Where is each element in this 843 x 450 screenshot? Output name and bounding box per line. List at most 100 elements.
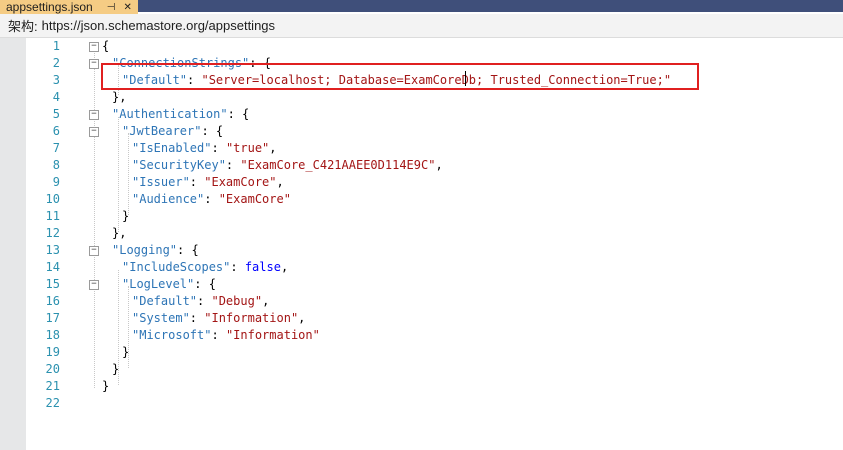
code-line[interactable]: 6 − "JwtBearer": {: [26, 123, 843, 140]
code-token: :: [225, 158, 241, 172]
code-token: ,: [280, 260, 289, 274]
code-token: "Information": [204, 311, 299, 325]
code-editor[interactable]: 1−{2− "ConnectionStrings": {3 "Default": "…: [26, 38, 843, 450]
line-number: 13: [45, 243, 60, 257]
code-line[interactable]: 21}: [26, 378, 843, 395]
code-line[interactable]: 19}: [26, 344, 843, 361]
code-token: : {: [227, 107, 250, 121]
fold-toggle-icon[interactable]: −: [89, 110, 99, 120]
code-token: "IncludeScopes": [122, 260, 231, 274]
code-text: "Authentication": {: [112, 106, 249, 123]
code-line[interactable]: 22: [26, 395, 843, 412]
tab-title: appsettings.json: [6, 0, 93, 14]
code-line[interactable]: 12},: [26, 225, 843, 242]
code-token: :: [189, 311, 205, 325]
line-number: 8: [52, 158, 60, 172]
code-line[interactable]: 9 "Issuer": "ExamCore",: [26, 174, 843, 191]
line-number: 7: [52, 141, 60, 155]
line-number: 9: [52, 175, 60, 189]
code-text: "JwtBearer": {: [122, 123, 223, 140]
schema-url[interactable]: https://json.schemastore.org/appsettings: [42, 18, 275, 33]
code-line[interactable]: 14 "IncludeScopes": false,: [26, 259, 843, 276]
line-number: 4: [52, 90, 60, 104]
schema-label: 架构:: [8, 19, 38, 34]
code-line[interactable]: 13 − "Logging": {: [26, 242, 843, 259]
code-token: "IsEnabled": [132, 141, 212, 155]
code-text: "Logging": {: [112, 242, 199, 259]
code-token: },: [112, 226, 127, 240]
line-number: 5: [52, 107, 60, 121]
code-token: : {: [194, 277, 216, 291]
code-token: "System": [132, 311, 190, 325]
line-number: 15: [45, 277, 60, 291]
fold-toggle-icon[interactable]: −: [89, 59, 99, 69]
code-token: "Information": [225, 328, 320, 342]
line-number: 22: [45, 396, 60, 410]
code-text: "Default": "Debug",: [132, 293, 269, 310]
editor-margin: [0, 38, 27, 450]
fold-toggle-icon[interactable]: −: [89, 246, 99, 256]
code-token: "Debug": [211, 294, 263, 308]
pin-icon[interactable]: ⊣: [107, 2, 116, 13]
code-token: ,: [298, 311, 306, 325]
code-text: "Microsoft": "Information": [132, 327, 320, 344]
code-line[interactable]: 10 "Audience": "ExamCore": [26, 191, 843, 208]
code-token: "ExamCore": [204, 175, 277, 189]
line-number: 10: [45, 192, 60, 206]
code-token: ,: [262, 294, 270, 308]
close-icon[interactable]: ✕: [123, 2, 131, 13]
code-line[interactable]: 17 "System": "Information",: [26, 310, 843, 327]
line-number: 11: [45, 209, 60, 223]
code-line[interactable]: 11}: [26, 208, 843, 225]
fold-toggle-icon[interactable]: −: [89, 280, 99, 290]
code-token: "Audience": [132, 192, 205, 206]
code-token: }: [112, 362, 120, 376]
code-token: "ExamCore_C421AAEE0D114E9C": [240, 158, 436, 172]
line-number: 18: [45, 328, 60, 342]
code-line[interactable]: 1 −{: [26, 38, 843, 55]
code-token: :: [211, 328, 226, 342]
code-token: }: [122, 209, 130, 223]
code-line[interactable]: 15 − "LogLevel": {: [26, 276, 843, 293]
code-token: }: [102, 379, 110, 393]
code-line[interactable]: 4},: [26, 89, 843, 106]
code-token: :: [230, 260, 245, 274]
fold-toggle-icon[interactable]: −: [89, 42, 99, 52]
line-number: 17: [45, 311, 60, 325]
code-text: },: [112, 225, 126, 242]
code-text: "Issuer": "ExamCore",: [132, 174, 284, 191]
code-text: }: [112, 361, 119, 378]
code-text: "LogLevel": {: [122, 276, 216, 293]
code-token: :: [197, 294, 212, 308]
code-text: "IsEnabled": "true",: [132, 140, 277, 157]
tab-appsettings[interactable]: appsettings.json ⊣ ✕: [0, 0, 138, 14]
code-text: "System": "Information",: [132, 310, 305, 327]
code-token: : {: [201, 124, 224, 138]
line-number: 3: [52, 73, 60, 87]
code-text: "IncludeScopes": false,: [122, 259, 288, 276]
code-text: }: [122, 344, 129, 361]
code-line[interactable]: 16 "Default": "Debug",: [26, 293, 843, 310]
code-text: }: [102, 378, 109, 395]
code-line[interactable]: 8 "SecurityKey": "ExamCore_C421AAEE0D114E…: [26, 157, 843, 174]
code-token: },: [112, 90, 127, 104]
code-line[interactable]: 5 − "Authentication": {: [26, 106, 843, 123]
code-text: "SecurityKey": "ExamCore_C421AAEE0D114E9…: [132, 157, 443, 174]
code-line[interactable]: 7 "IsEnabled": "true",: [26, 140, 843, 157]
line-number: 12: [45, 226, 60, 240]
code-text: },: [112, 89, 126, 106]
code-text: "Audience": "ExamCore": [132, 191, 291, 208]
line-number: 20: [45, 362, 60, 376]
code-token: "Default": [132, 294, 198, 308]
code-token: ,: [276, 175, 284, 189]
code-line[interactable]: 20}: [26, 361, 843, 378]
line-number: 6: [52, 124, 60, 138]
code-line[interactable]: 18 "Microsoft": "Information": [26, 327, 843, 344]
code-token: "true": [225, 141, 270, 155]
code-token: "ExamCore": [218, 192, 291, 206]
fold-toggle-icon[interactable]: −: [89, 127, 99, 137]
line-number: 19: [45, 345, 60, 359]
schema-bar: 架构: https://json.schemastore.org/appsett…: [0, 14, 843, 38]
code-token: "JwtBearer": [122, 124, 202, 138]
code-token: :: [211, 141, 226, 155]
